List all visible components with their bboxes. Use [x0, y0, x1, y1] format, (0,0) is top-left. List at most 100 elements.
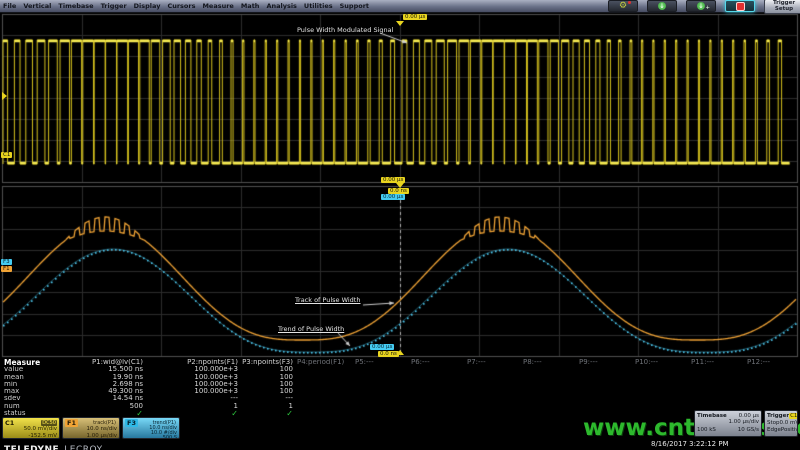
measure-value — [465, 395, 521, 402]
measure-status: ✓ — [240, 410, 295, 417]
f1-trace-marker[interactable]: F1 — [1, 266, 12, 272]
measure-value — [577, 366, 633, 373]
single-trigger-button[interactable]: ↓ — [647, 0, 677, 12]
measure-column-p1[interactable]: P1:wid@lv(C1)15.500 ns19.90 ns2.698 ns49… — [60, 359, 145, 418]
measure-value — [689, 366, 745, 373]
measure-column-p8[interactable]: P8:--- — [521, 359, 577, 418]
measure-value — [409, 395, 465, 402]
measure-value — [295, 395, 353, 402]
measure-value: 100.000e+3 — [145, 366, 240, 373]
trigger-level: 0.0 mV — [780, 420, 798, 426]
f1-label: F1 — [65, 419, 78, 427]
measure-value — [577, 395, 633, 402]
c1-trace-marker[interactable]: C1 — [1, 152, 12, 158]
measure-value — [353, 388, 409, 395]
gear-icon: ⚙ — [619, 2, 627, 11]
measure-value: 500 — [60, 403, 145, 410]
trigger-toolbar: ⚙↓+↓TriggerSetup — [608, 0, 800, 12]
normal-trigger-button[interactable]: +↓ — [686, 0, 716, 12]
measure-column-p9[interactable]: P9:--- — [577, 359, 633, 418]
measure-value — [465, 374, 521, 381]
stop-trigger-button[interactable] — [725, 0, 755, 12]
measure-value — [633, 403, 689, 410]
trigger-descriptor[interactable]: Trigger C1 DC Stop 0.0 mV Edge Positive — [764, 410, 798, 437]
track-annotation: Track of Pulse Width — [295, 296, 360, 304]
measure-status — [521, 410, 577, 417]
measure-column-p6[interactable]: P6:--- — [409, 359, 465, 418]
measure-value: 49.300 ns — [60, 388, 145, 395]
trigger-position-marker[interactable] — [396, 21, 404, 26]
bottom-trigger-marker[interactable] — [396, 350, 404, 355]
c1-label: C1 — [5, 419, 14, 427]
trigger-setup-button[interactable]: TriggerSetup — [764, 0, 800, 14]
measure-value: 100.000e+3 — [145, 388, 240, 395]
measure-value — [689, 403, 745, 410]
menu-measure[interactable]: Measure — [202, 2, 233, 10]
f1-descriptor[interactable]: F1 track(P1) 10.0 ns/div 1.00 µs/div — [62, 417, 120, 439]
measure-value — [295, 374, 353, 381]
measure-col-header: P10:--- — [633, 359, 689, 366]
auto-trigger-button[interactable]: ⚙ — [608, 0, 638, 12]
menu-display[interactable]: Display — [134, 2, 161, 10]
measure-column-p7[interactable]: P7:--- — [465, 359, 521, 418]
f3-trace-marker[interactable]: F3 — [1, 259, 12, 265]
c1-trigger-level-marker[interactable] — [2, 92, 7, 100]
c1-coupling: DC50 — [41, 420, 57, 426]
measure-value — [409, 366, 465, 373]
measure-column-p3[interactable]: P3:npoints(F3)100100100100---1✓ — [240, 359, 295, 418]
measure-column-p10[interactable]: P10:--- — [633, 359, 689, 418]
menu-timebase[interactable]: Timebase — [58, 2, 93, 10]
measure-value — [521, 395, 577, 402]
f1-vscale: 10.0 ns/div — [65, 426, 117, 433]
timebase-label: Timebase — [697, 413, 727, 419]
measure-value: 100 — [240, 381, 295, 388]
f1-function: track(P1) — [92, 420, 117, 426]
measure-row-label: min — [0, 381, 60, 388]
measure-column-p5[interactable]: P5:--- — [353, 359, 409, 418]
trigger-mode: Stop — [767, 420, 780, 426]
bottom-f3-badge[interactable]: 0.00 µs — [370, 344, 394, 350]
measure-col-header: P3:npoints(F3) — [240, 359, 295, 366]
c1-descriptor[interactable]: C1 DC50 50.0 mV/div -152.5 mV — [2, 417, 60, 439]
measure-value: 2.698 ns — [60, 381, 145, 388]
measure-value — [689, 395, 745, 402]
measure-status — [409, 410, 465, 417]
measure-col-header: P5:--- — [353, 359, 409, 366]
menu-math[interactable]: Math — [241, 2, 260, 10]
menu-support[interactable]: Support — [340, 2, 369, 10]
measure-value — [745, 388, 800, 395]
datetime-display: 8/16/2017 3:22:12 PM — [651, 440, 729, 448]
f3-samples: 500 S — [125, 436, 177, 439]
trigger-setup-label: Setup — [775, 6, 793, 12]
down-arrow-plus-icon: ↓ — [697, 2, 705, 10]
measure-column-p2[interactable]: P2:npoints(F1)100.000e+3100.000e+3100.00… — [145, 359, 240, 418]
measure-value: --- — [145, 395, 240, 402]
f3-label: F3 — [125, 419, 138, 427]
measure-value: 100.000e+3 — [145, 381, 240, 388]
f3-descriptor[interactable]: F3 trend(P1) 10.0 ns/div 10.0 #/div 500 … — [122, 417, 180, 439]
menu-utilities[interactable]: Utilities — [304, 2, 333, 10]
measure-value — [745, 366, 800, 373]
brand-logo: TELEDYNE LECROY — [4, 437, 103, 450]
measure-table: MeasurevaluemeanminmaxsdevnumstatusP1:wi… — [0, 359, 800, 418]
measure-column-p4[interactable]: P4:period(F1) — [295, 359, 353, 418]
menu-file[interactable]: File — [3, 2, 16, 10]
measure-value: --- — [240, 395, 295, 402]
timebase-descriptor[interactable]: Timebase 0.00 µs 1.00 µs/div 100 kS 10 G… — [694, 410, 762, 437]
measure-value — [745, 395, 800, 402]
menu-trigger[interactable]: Trigger — [101, 2, 127, 10]
measure-value — [465, 381, 521, 388]
measure-value — [409, 403, 465, 410]
menu-vertical[interactable]: Vertical — [23, 2, 51, 10]
measure-value: 100 — [240, 374, 295, 381]
measure-value — [465, 388, 521, 395]
measure-value — [689, 374, 745, 381]
trigger-time-badge[interactable]: 0.00 µs — [403, 14, 427, 20]
measure-value — [409, 374, 465, 381]
measure-value — [409, 381, 465, 388]
measure-value — [295, 403, 353, 410]
measure-value — [521, 388, 577, 395]
menu-cursors[interactable]: Cursors — [167, 2, 195, 10]
f3-zero-badge[interactable]: 0.00 µs — [381, 194, 405, 200]
menu-analysis[interactable]: Analysis — [266, 2, 296, 10]
